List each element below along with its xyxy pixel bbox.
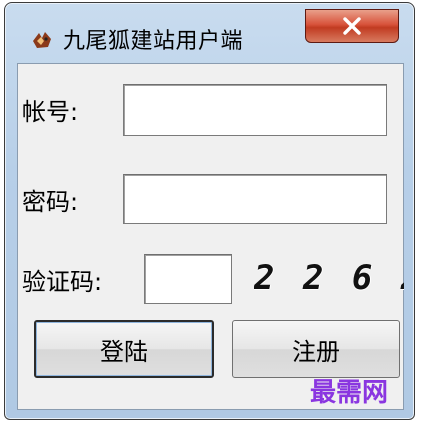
account-label: 帐号: bbox=[22, 98, 79, 126]
captcha-label: 验证码: bbox=[22, 268, 103, 296]
captcha-input[interactable] bbox=[144, 254, 232, 304]
window-title: 九尾狐建站用户端 bbox=[63, 29, 244, 54]
captcha-text: 2 2 6 2 bbox=[254, 258, 404, 298]
form-panel: 帐号: 密码: 验证码: 2 2 6 2 登陆 注册 bbox=[17, 63, 404, 410]
register-button[interactable]: 注册 bbox=[232, 320, 400, 378]
close-button[interactable] bbox=[305, 9, 399, 43]
login-window: 九尾狐建站用户端 帐号: 密码: 验证码: 2 2 6 2 登陆 注册 bbox=[4, 2, 415, 420]
title-bar[interactable]: 九尾狐建站用户端 bbox=[11, 9, 408, 59]
login-button[interactable]: 登陆 bbox=[34, 320, 214, 378]
nine-tail-fox-icon bbox=[31, 29, 53, 51]
account-input[interactable] bbox=[123, 84, 387, 136]
password-label: 密码: bbox=[22, 188, 79, 216]
watermark-text: 最需网 bbox=[310, 378, 389, 408]
password-input[interactable] bbox=[123, 174, 387, 224]
captcha-image[interactable]: 2 2 6 2 bbox=[254, 254, 404, 302]
close-icon bbox=[342, 17, 362, 35]
